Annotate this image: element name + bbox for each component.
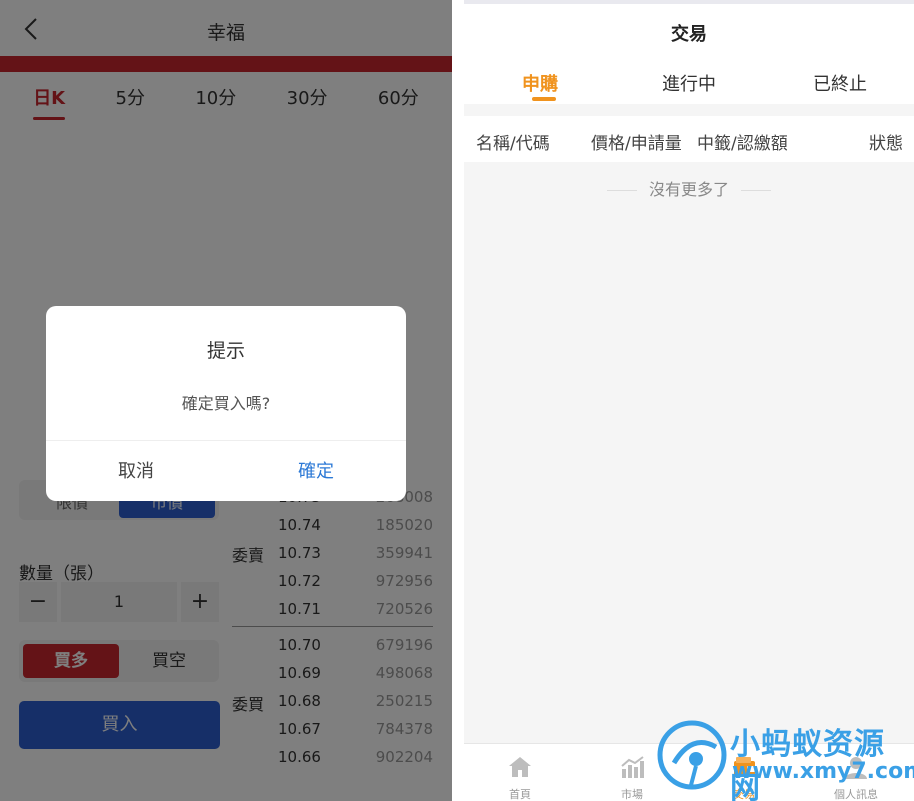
tab-subscribe[interactable]: 申購: [522, 70, 558, 96]
page-title: 交易: [671, 24, 707, 45]
divider-line: [606, 190, 637, 191]
column-header-status: 狀態: [869, 134, 903, 154]
divider-line: [741, 190, 771, 191]
table-header: 名稱/代碼 價格/申請量 中籤/認繳額 狀態: [464, 116, 914, 162]
stock-detail-panel: 幸福 日K 5分 10分 30分 60分 限價 市價 數量（張） − 1 + 買…: [0, 0, 452, 801]
dialog-title: 提示: [206, 340, 245, 362]
dialog-actions: 取消 確定: [46, 440, 406, 501]
empty-text: 沒有更多了: [648, 180, 729, 199]
column-header-name: 名稱/代碼: [476, 134, 550, 154]
home-icon: [509, 757, 531, 777]
watermark-url: www.xmy7.com: [732, 759, 914, 784]
empty-state: 沒有更多了: [464, 176, 914, 200]
trade-header: 交易: [464, 0, 914, 56]
nav-label: 首頁: [509, 788, 531, 801]
dialog-message: 確定買入嗎?: [181, 394, 271, 413]
column-header-price: 價格/申請量: [591, 134, 682, 154]
trade-panel: 交易 申購 進行中 已終止 名稱/代碼 價格/申請量 中籤/認繳額 狀態 沒有更…: [464, 0, 914, 801]
tab-terminated[interactable]: 已終止: [813, 70, 867, 96]
cancel-button[interactable]: 取消: [46, 441, 226, 501]
chart-icon: [621, 756, 644, 778]
nav-home[interactable]: 首頁: [464, 744, 576, 801]
active-tab-indicator: [532, 97, 556, 101]
watermark: 小蚂蚁资源网 www.xmy7.com: [656, 713, 914, 801]
tab-in-progress[interactable]: 進行中: [662, 70, 716, 96]
confirm-dialog: 提示 確定買入嗎? 取消 確定: [46, 306, 406, 501]
watermark-logo-icon: [657, 720, 727, 790]
confirm-button[interactable]: 確定: [226, 441, 406, 501]
column-header-allotment: 中籤/認繳額: [697, 134, 788, 154]
